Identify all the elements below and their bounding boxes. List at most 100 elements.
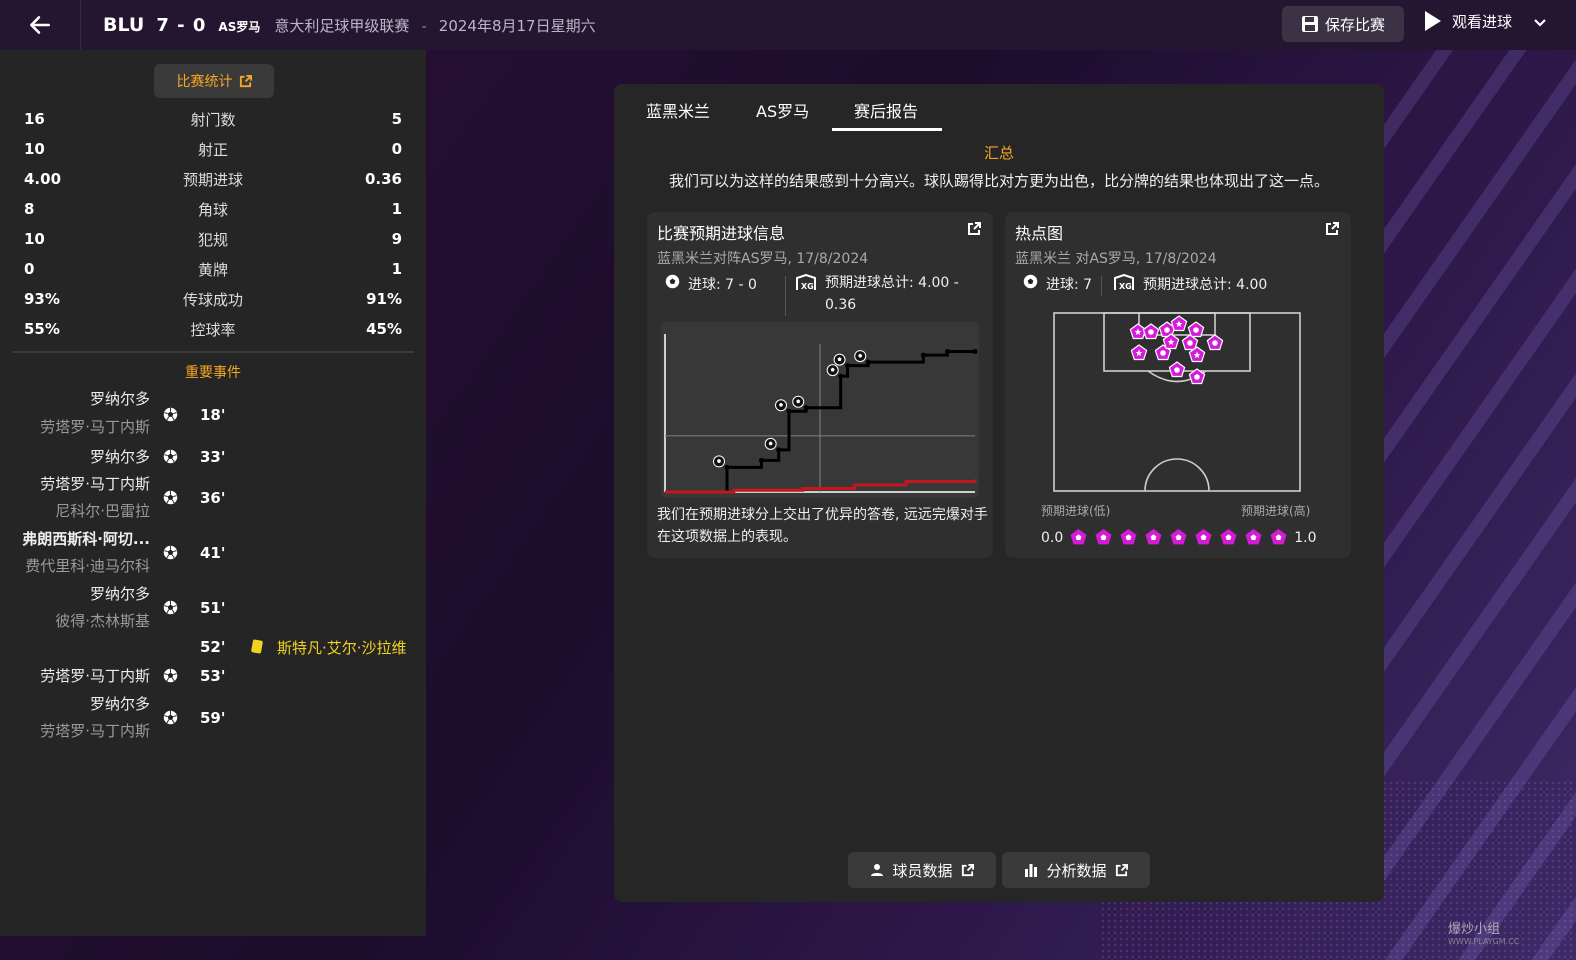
scorer-name: 劳塔罗·马丁内斯 — [40, 667, 150, 685]
shot-marker — [1168, 361, 1186, 378]
match-stats-button[interactable]: 比赛统计 — [154, 64, 274, 98]
xg-shot-point — [944, 349, 950, 355]
stat-row-on-target: 10 射正 0 — [0, 134, 426, 164]
scorer-name: 罗纳尔多 — [89, 390, 150, 408]
home-value: 10 — [24, 140, 45, 158]
xg-total-line2: 0.36 — [825, 297, 857, 313]
external-link-icon — [961, 863, 974, 876]
football-icon — [163, 449, 178, 464]
scale-min: 0.0 — [1041, 529, 1064, 546]
goal-marker — [854, 350, 867, 363]
assist-name: 尼科尔·巴雷拉 — [55, 502, 150, 520]
xg-total-text: 预期进球总计: 4.00 - 0.36 — [825, 272, 959, 316]
football-icon — [163, 407, 178, 422]
match-stats-label: 比赛统计 — [176, 74, 233, 90]
back-button[interactable] — [0, 0, 81, 50]
xg-shot-point — [724, 464, 730, 470]
scale-max: 1.0 — [1294, 529, 1317, 546]
football-icon — [665, 274, 680, 289]
scale-marker — [1095, 529, 1112, 545]
summary-text: 我们可以为这样的结果感到十分高兴。球队踢得比对方更为出色，比分牌的结果也体现出了… — [668, 172, 1329, 190]
stat-row-xg: 4.00 预期进球 0.36 — [0, 164, 426, 194]
event-minute: 18' — [200, 406, 226, 424]
xg-shot-point — [920, 352, 926, 358]
xg-scale: 0.0 1.0 — [1041, 528, 1317, 547]
expand-icon[interactable] — [1325, 222, 1339, 236]
shot-marker — [1130, 344, 1148, 361]
xg-total-text: 预期进球总计: 4.00 — [1143, 277, 1268, 293]
tab-post-match-report[interactable]: 赛后报告 — [854, 98, 918, 122]
watch-goals-button[interactable]: 观看进球 — [1424, 10, 1512, 32]
stat-row-pass-success: 93% 传球成功 91% — [0, 284, 426, 314]
xg-low-label: 预期进球(低) — [1041, 504, 1111, 518]
shot-marker — [1206, 334, 1224, 351]
event-minute: 33' — [200, 448, 226, 466]
player-data-button[interactable]: 球员数据 — [848, 852, 996, 888]
away-value: 1 — [391, 260, 402, 278]
goal-marker — [833, 353, 846, 366]
shot-marker — [1181, 334, 1199, 351]
stat-row-shots: 16 射门数 5 — [0, 104, 426, 134]
analysis-data-button[interactable]: 分析数据 — [1002, 852, 1150, 888]
scorer-name: 罗纳尔多 — [89, 448, 150, 466]
score-area: BLU 7 - 0 AS罗马 意大利足球甲级联赛 - 2024年8月17日星期六 — [103, 14, 596, 36]
xg-card-title: 比赛预期进球信息 — [657, 224, 786, 243]
away-value: 0.36 — [364, 170, 402, 188]
xg-description: 我们在预期进球分上交出了优异的答卷, 远远完爆对手在这项数据上的表现。 — [657, 507, 988, 545]
svg-text:XG: XG — [801, 282, 814, 291]
stat-row-yellow-cards: 0 黄牌 1 — [0, 254, 426, 284]
home-value: 55% — [24, 320, 60, 338]
tab-away-team[interactable]: AS罗马 — [756, 98, 809, 122]
xg-shot-point — [838, 373, 844, 379]
match-header: BLU 7 - 0 AS罗马 意大利足球甲级联赛 - 2024年8月17日星期六… — [0, 0, 1576, 50]
save-match-button[interactable]: 保存比赛 — [1282, 6, 1404, 42]
xg-goal-icon: XG — [796, 274, 816, 291]
xg-card-subtitle: 蓝黑米兰对阵AS罗马, 17/8/2024 — [657, 251, 869, 267]
football-icon — [163, 490, 178, 505]
home-team-code: BLU — [103, 14, 145, 36]
save-icon — [1301, 16, 1318, 32]
xg-shot-point — [786, 408, 792, 414]
away-value: 91% — [366, 290, 402, 308]
watermark: 爆炒小组 WWW.PLAYGM.CC — [1448, 918, 1519, 946]
goal-marker — [713, 455, 725, 468]
away-value: 0 — [391, 140, 402, 158]
event-minute: 53' — [200, 667, 226, 685]
yellow-card-icon — [250, 639, 264, 654]
person-icon — [871, 864, 884, 876]
key-events-title: 重要事件 — [185, 365, 241, 381]
scale-markers — [1069, 528, 1288, 547]
football-icon — [163, 668, 178, 683]
scale-marker — [1270, 529, 1287, 545]
chevron-down-icon[interactable] — [1532, 14, 1548, 30]
stat-label: 射正 — [197, 141, 228, 159]
report-panel: 蓝黑米兰 AS罗马 赛后报告 汇总 我们可以为这样的结果感到十分高兴。球队踢得比… — [614, 84, 1384, 902]
home-value: 93% — [24, 290, 60, 308]
svg-text:XG: XG — [1119, 282, 1132, 291]
scale-marker — [1170, 529, 1187, 545]
tab-home-team[interactable]: 蓝黑米兰 — [646, 98, 710, 122]
goal-marker — [764, 437, 777, 450]
booked-player-name: 斯特凡·艾尔·沙拉维 — [277, 639, 407, 657]
home-value: 10 — [24, 230, 45, 248]
stat-label: 控球率 — [190, 321, 236, 339]
assist-name: 彼得·杰林斯基 — [55, 612, 150, 630]
shot-marker — [1142, 323, 1160, 340]
header-separator: - — [421, 17, 427, 35]
expand-icon[interactable] — [967, 222, 981, 236]
stat-label: 角球 — [197, 201, 228, 219]
xg-shot-point — [972, 349, 978, 355]
xg-shot-point — [865, 359, 871, 365]
football-icon — [163, 710, 178, 725]
watch-goals-label: 观看进球 — [1452, 12, 1513, 31]
bar-chart-icon — [1025, 864, 1038, 877]
scale-marker — [1070, 529, 1087, 545]
goal-marker — [826, 364, 839, 377]
heatmap-subtitle: 蓝黑米兰 对AS罗马, 17/8/2024 — [1015, 251, 1217, 267]
xg-info-card: 比赛预期进球信息 蓝黑米兰对阵AS罗马, 17/8/2024 进球: 7 - 0… — [647, 212, 993, 558]
league-name: 意大利足球甲级联赛 — [274, 17, 410, 35]
external-link-icon — [239, 74, 252, 87]
assist-name: 劳塔罗·马丁内斯 — [40, 418, 150, 436]
shot-marker — [1187, 321, 1205, 338]
football-icon — [1023, 274, 1038, 289]
